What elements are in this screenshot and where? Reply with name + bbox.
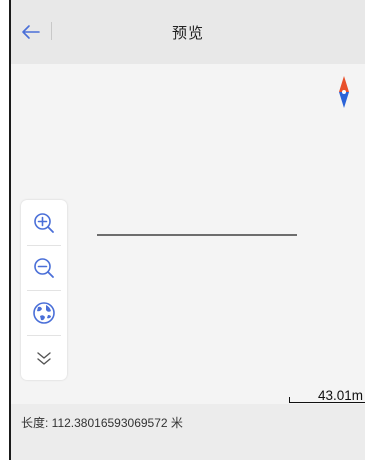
zoom-out-icon [34,258,54,278]
map-control-panel [21,200,67,380]
separator [27,335,61,336]
zoom-out-button[interactable] [21,247,67,289]
chevron-double-down-icon [37,352,51,365]
separator [27,245,61,246]
measured-line [97,234,297,236]
globe-button[interactable] [21,292,67,334]
map-canvas[interactable]: 43.01m [11,64,365,404]
footer-bar: 长度: 112.38016593069572 米 [11,404,365,460]
separator [27,290,61,291]
scale-bar [289,397,365,403]
zoom-in-button[interactable] [21,202,67,244]
length-readout: 长度: 112.38016593069572 米 [21,416,183,430]
compass-icon[interactable] [337,76,351,108]
collapse-button[interactable] [21,337,67,379]
zoom-in-icon [34,213,54,233]
screen: 预览 43.01m 长度: 112.38016593069572 米 [9,0,365,460]
page-title: 预览 [171,25,204,42]
globe-icon [33,302,55,324]
header-bar: 预览 [11,0,365,64]
